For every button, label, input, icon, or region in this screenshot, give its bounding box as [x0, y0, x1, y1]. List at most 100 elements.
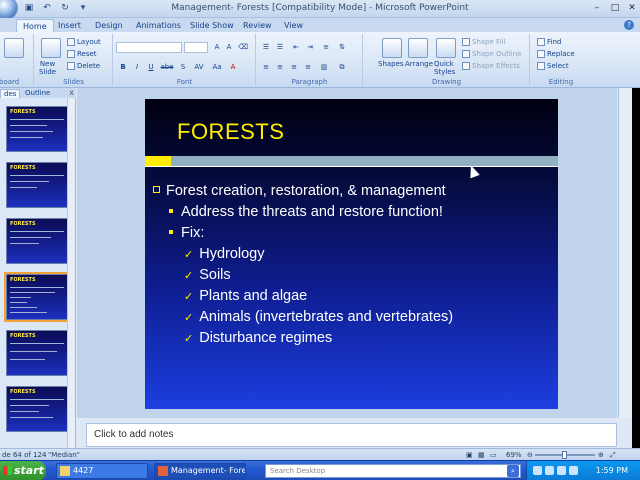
- search-icon[interactable]: ⌕: [507, 465, 519, 477]
- checkmark-bullet-icon: ✓: [184, 249, 194, 261]
- screen-edge: [632, 88, 640, 448]
- paste-icon[interactable]: [4, 38, 24, 58]
- zoom-in-icon[interactable]: ⊕: [598, 451, 604, 459]
- underline-button[interactable]: U: [146, 62, 156, 72]
- minimize-icon[interactable]: –: [589, 1, 605, 15]
- slide-thumbnail[interactable]: FORESTS: [6, 106, 68, 152]
- network-icon[interactable]: [533, 466, 542, 475]
- windows-logo-icon: [3, 466, 12, 475]
- bold-button[interactable]: B: [118, 62, 128, 72]
- slides-group-label: Slides: [63, 78, 84, 86]
- reset-icon: [67, 50, 75, 58]
- taskbar-item-powerpoint[interactable]: Management- Forest...: [154, 463, 246, 479]
- desktop-search-input[interactable]: Search Desktop: [265, 464, 521, 478]
- slide-thumbnail-current[interactable]: FORESTS: [4, 272, 70, 322]
- slide-thumbnail[interactable]: FORESTS: [6, 218, 68, 264]
- slide-thumbnail[interactable]: FORESTS: [6, 162, 68, 208]
- columns-icon[interactable]: ▥: [319, 62, 329, 72]
- shadow-button[interactable]: S: [178, 62, 188, 72]
- bullet-level-3: ✓ Disturbance regimes: [184, 330, 333, 346]
- messenger-icon[interactable]: [569, 466, 578, 475]
- italic-button[interactable]: I: [132, 62, 142, 72]
- normal-view-icon[interactable]: ▣: [466, 451, 473, 459]
- shape-effects-button[interactable]: Shape Effects: [462, 62, 520, 70]
- font-name-field[interactable]: [116, 42, 182, 53]
- slide-sorter-icon[interactable]: ▦: [478, 451, 485, 459]
- select-button[interactable]: Select: [537, 62, 569, 70]
- clipboard-label: board: [0, 78, 20, 86]
- layout-button[interactable]: Layout: [67, 38, 101, 46]
- shape-fill-button[interactable]: Shape Fill: [462, 38, 506, 46]
- notes-placeholder: Click to add notes: [94, 429, 174, 440]
- align-right-icon[interactable]: ≡: [289, 62, 299, 72]
- ribbon-tabs: Home Insert Design Animations Slide Show…: [0, 18, 640, 32]
- notes-pane[interactable]: Click to add notes: [86, 423, 617, 447]
- slideshow-view-icon[interactable]: ▭: [490, 451, 497, 459]
- taskbar-item-folder[interactable]: 4427: [56, 463, 148, 479]
- dot-bullet-icon: [169, 230, 173, 234]
- quick-styles-button[interactable]: Quick Styles: [434, 60, 455, 76]
- folder-icon: [60, 466, 70, 476]
- square-bullet-icon: [153, 186, 160, 193]
- shape-outline-button[interactable]: Shape Outline: [462, 50, 521, 58]
- change-case-button[interactable]: Aa: [210, 62, 224, 72]
- slides-pane-scrollbar[interactable]: [67, 98, 75, 448]
- find-button[interactable]: Find: [537, 38, 561, 46]
- security-icon[interactable]: [557, 466, 566, 475]
- ribbon: board New Slide Layout Reset Delete Slid…: [0, 32, 640, 88]
- slides-pane: des Outline x FORESTS FORESTS FORESTS FO…: [0, 88, 76, 448]
- justify-icon[interactable]: ≡: [303, 62, 313, 72]
- replace-button[interactable]: Replace: [537, 50, 575, 58]
- maximize-icon[interactable]: □: [607, 1, 623, 15]
- arrange-button[interactable]: Arrange: [405, 60, 433, 68]
- quick-styles-icon: [436, 38, 456, 58]
- fit-to-window-icon[interactable]: ⤢: [610, 451, 616, 460]
- tab-review[interactable]: Review: [237, 19, 278, 32]
- zoom-out-icon[interactable]: ⊖: [527, 451, 533, 459]
- align-center-icon[interactable]: ≡: [275, 62, 285, 72]
- shapes-icon: [382, 38, 402, 58]
- slide-thumbnail[interactable]: FORESTS: [6, 386, 68, 432]
- decrease-indent-icon[interactable]: ⇤: [291, 42, 301, 52]
- slide-title[interactable]: FORESTS: [177, 119, 284, 145]
- slide-thumbnail[interactable]: FORESTS: [6, 330, 68, 376]
- tab-design[interactable]: Design: [89, 19, 129, 32]
- strikethrough-button[interactable]: abe: [160, 62, 174, 72]
- tab-animations[interactable]: Animations: [130, 19, 187, 32]
- font-color-button[interactable]: A: [228, 62, 238, 72]
- reset-button[interactable]: Reset: [67, 50, 97, 58]
- char-spacing-button[interactable]: AV: [192, 62, 206, 72]
- new-slide-button[interactable]: New Slide: [39, 60, 56, 76]
- arrange-icon: [408, 38, 428, 58]
- current-slide[interactable]: FORESTS Forest creation, restoration, & …: [145, 99, 558, 409]
- tab-home[interactable]: Home: [16, 19, 54, 32]
- grow-font-icon[interactable]: A: [212, 42, 222, 52]
- drawing-group-label: Drawing: [431, 78, 462, 86]
- shrink-font-icon[interactable]: A: [224, 42, 234, 52]
- tab-outline[interactable]: Outline: [22, 89, 53, 98]
- align-left-icon[interactable]: ≡: [261, 62, 271, 72]
- bullets-icon[interactable]: ☰: [261, 42, 271, 52]
- slide-vertical-scrollbar[interactable]: [618, 88, 632, 418]
- checkmark-bullet-icon: ✓: [184, 312, 194, 324]
- clear-format-icon[interactable]: ⌫: [238, 42, 248, 52]
- help-icon[interactable]: ?: [624, 20, 634, 30]
- close-pane-icon[interactable]: x: [69, 88, 74, 97]
- close-icon[interactable]: ✕: [624, 1, 640, 15]
- numbering-icon[interactable]: ☰: [275, 42, 285, 52]
- zoom-level[interactable]: 69%: [506, 451, 522, 459]
- volume-icon[interactable]: [545, 466, 554, 475]
- text-direction-icon[interactable]: ⇅: [337, 42, 347, 52]
- increase-indent-icon[interactable]: ⇥: [305, 42, 315, 52]
- delete-button[interactable]: Delete: [67, 62, 100, 70]
- tab-insert[interactable]: Insert: [52, 19, 87, 32]
- zoom-slider-thumb[interactable]: [562, 451, 567, 459]
- smartart-icon[interactable]: ⧉: [337, 62, 347, 72]
- line-spacing-icon[interactable]: ≡: [321, 42, 331, 52]
- tab-slides[interactable]: des: [0, 89, 21, 98]
- tab-view[interactable]: View: [278, 19, 309, 32]
- tab-slide-show[interactable]: Slide Show: [184, 19, 240, 32]
- shapes-button[interactable]: Shapes: [378, 60, 404, 68]
- font-size-field[interactable]: [184, 42, 208, 53]
- start-button[interactable]: start: [0, 461, 46, 480]
